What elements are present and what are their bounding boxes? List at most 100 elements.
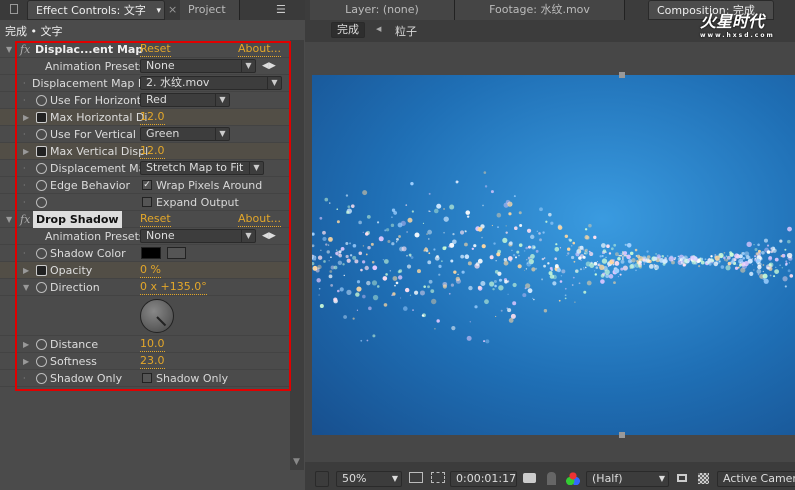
- particle: [567, 252, 570, 255]
- effect-header[interactable]: ▼ fx Displac...ent Map Reset About...: [0, 41, 290, 58]
- bullet[interactable]: ·: [23, 245, 26, 262]
- property-row: · Shadow Only Shadow Only: [0, 370, 290, 387]
- twirl-closed-icon[interactable]: ▶: [23, 109, 29, 126]
- twirl-open-icon[interactable]: ▼: [6, 211, 12, 228]
- twirl-closed-icon[interactable]: ▶: [23, 336, 29, 353]
- checkbox[interactable]: [142, 197, 152, 207]
- particle: [610, 247, 614, 251]
- bullet[interactable]: ·: [23, 160, 26, 177]
- property-value[interactable]: 23.0: [140, 354, 165, 369]
- bullet[interactable]: ·: [23, 75, 26, 92]
- particle: [322, 236, 327, 242]
- composition-viewer[interactable]: ✛: [312, 75, 795, 435]
- property-value[interactable]: 0 %: [140, 263, 161, 278]
- effect-name[interactable]: Displac...ent Map: [35, 41, 143, 58]
- comp-nav-next[interactable]: 粒子: [395, 23, 417, 39]
- region-of-interest-icon[interactable]: [677, 474, 687, 482]
- snapshot-icon[interactable]: [523, 473, 536, 483]
- scroll-down-icon[interactable]: ▼: [293, 457, 300, 467]
- property-value[interactable]: 10.0: [140, 337, 165, 352]
- particle: [443, 231, 445, 234]
- particle: [423, 285, 426, 288]
- stopwatch-icon[interactable]: [36, 282, 47, 293]
- bullet[interactable]: ·: [23, 92, 26, 109]
- color-swatch[interactable]: [141, 247, 161, 259]
- bullet[interactable]: ·: [23, 194, 26, 211]
- resolution-dropdown[interactable]: (Half) ▼: [586, 471, 669, 487]
- particle: [416, 269, 421, 274]
- particle: [312, 244, 315, 248]
- twirl-open-icon[interactable]: ▼: [23, 279, 29, 296]
- property-dropdown[interactable]: 2. 水纹.mov ▼: [140, 76, 282, 90]
- property-dropdown[interactable]: Stretch Map to Fit ▼: [140, 161, 264, 175]
- preset-nav-icon[interactable]: ◀▶: [262, 228, 276, 245]
- particle: [560, 275, 563, 277]
- preset-nav-icon[interactable]: ◀▶: [262, 58, 276, 75]
- particle: [763, 278, 769, 284]
- scrollbar[interactable]: [290, 40, 304, 470]
- handle[interactable]: [619, 72, 625, 78]
- eyedropper-icon[interactable]: [167, 247, 186, 259]
- particle: [512, 282, 517, 288]
- particle: [362, 190, 368, 196]
- presets-dropdown[interactable]: None ▼: [140, 59, 256, 73]
- property-value[interactable]: 0 x +135.0°: [140, 280, 207, 295]
- checkbox[interactable]: [142, 373, 152, 383]
- transparency-grid-icon[interactable]: [698, 473, 709, 484]
- always-preview-icon[interactable]: [315, 471, 329, 487]
- checkbox[interactable]: ✓: [142, 180, 152, 190]
- reset-link[interactable]: Reset: [140, 42, 171, 57]
- timecode[interactable]: 0:00:01:17: [450, 471, 517, 487]
- tab-footage[interactable]: Footage: 水纹.mov: [455, 0, 625, 20]
- twirl-closed-icon[interactable]: ▶: [23, 262, 29, 279]
- show-snapshot-icon[interactable]: [547, 472, 556, 485]
- camera-dropdown[interactable]: Active Camera: [717, 471, 795, 487]
- bullet[interactable]: ·: [23, 126, 26, 143]
- property-value[interactable]: 12.0: [140, 110, 165, 125]
- particle: [556, 268, 561, 273]
- stopwatch-icon[interactable]: [36, 180, 47, 191]
- particle: [693, 256, 697, 260]
- stopwatch-icon[interactable]: [36, 95, 47, 106]
- about-link[interactable]: About...: [238, 42, 282, 57]
- particle: [319, 303, 324, 308]
- twirl-closed-icon[interactable]: ▶: [23, 143, 29, 160]
- channel-icon[interactable]: [566, 472, 580, 485]
- stopwatch-icon[interactable]: [36, 129, 47, 140]
- fx-icon[interactable]: fx: [20, 211, 30, 228]
- property-dropdown[interactable]: Green ▼: [140, 127, 230, 141]
- bullet[interactable]: ·: [23, 370, 26, 387]
- stopwatch-icon[interactable]: [36, 146, 47, 157]
- stopwatch-icon[interactable]: [36, 248, 47, 259]
- effect-name[interactable]: Drop Shadow: [33, 211, 122, 228]
- zoom-dropdown[interactable]: 50% ▼: [336, 471, 402, 487]
- particle: [512, 301, 517, 306]
- stopwatch-icon[interactable]: [36, 112, 47, 123]
- presets-dropdown[interactable]: None ▼: [140, 229, 256, 243]
- particle: [608, 252, 612, 255]
- comp-nav-current[interactable]: 完成: [331, 22, 365, 38]
- particle: [613, 243, 617, 247]
- fx-icon[interactable]: fx: [20, 41, 30, 58]
- particle: [395, 281, 399, 285]
- handle[interactable]: [619, 432, 625, 438]
- bullet[interactable]: ·: [23, 177, 26, 194]
- stopwatch-icon[interactable]: [36, 373, 47, 384]
- mask-view-icon[interactable]: [431, 472, 445, 483]
- tab-layer[interactable]: Layer: (none): [310, 0, 455, 20]
- stopwatch-icon[interactable]: [36, 265, 47, 276]
- property-dropdown[interactable]: Red ▼: [140, 93, 230, 107]
- about-link[interactable]: About...: [238, 212, 282, 227]
- stopwatch-icon[interactable]: [36, 356, 47, 367]
- reset-link[interactable]: Reset: [140, 212, 171, 227]
- effect-header[interactable]: ▼ fx Drop Shadow Reset About...: [0, 211, 290, 228]
- twirl-closed-icon[interactable]: ▶: [23, 353, 29, 370]
- stopwatch-icon[interactable]: [36, 197, 47, 208]
- twirl-open-icon[interactable]: ▼: [6, 41, 12, 58]
- stopwatch-icon[interactable]: [36, 339, 47, 350]
- stopwatch-icon[interactable]: [36, 163, 47, 174]
- safe-margins-icon[interactable]: [409, 472, 423, 483]
- property-value[interactable]: 12.0: [140, 144, 165, 159]
- angle-dial[interactable]: [140, 299, 174, 333]
- particle: [755, 252, 759, 256]
